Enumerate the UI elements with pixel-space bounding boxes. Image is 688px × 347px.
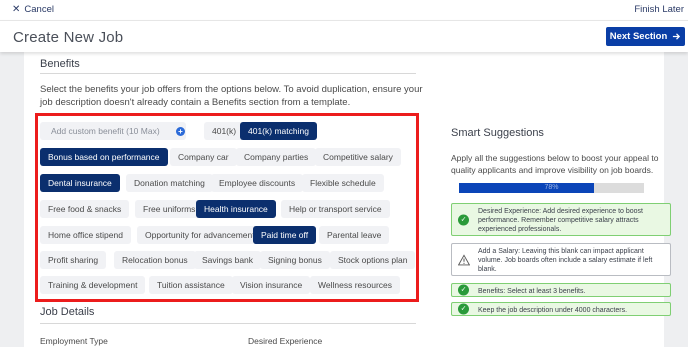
benefit-chip[interactable]: Company car — [170, 148, 237, 166]
benefit-chip[interactable]: Employee discounts — [211, 174, 304, 192]
page-title: Create New Job — [13, 29, 124, 46]
warning-icon — [458, 254, 470, 265]
smart-suggestions-heading: Smart Suggestions — [451, 127, 544, 139]
progress-label: 78% — [544, 184, 559, 191]
suggestion-text: Benefits: Select at least 3 benefits. — [478, 288, 586, 295]
cancel-link[interactable]: ✕ Cancel — [12, 4, 54, 15]
suggestion-desired-experience[interactable]: ✓ Desired Experience: Add desired experi… — [451, 203, 671, 236]
suggestion-description-length[interactable]: ✓ Keep the job description under 4000 ch… — [451, 302, 671, 316]
form-card: Benefits Select the benefits your job of… — [24, 52, 671, 347]
finish-later-link[interactable]: Finish Later — [634, 4, 684, 15]
benefit-chip[interactable]: Help or transport service — [281, 200, 390, 218]
benefit-chip[interactable]: Donation matching — [126, 174, 213, 192]
benefit-chip[interactable]: Profit sharing — [40, 251, 107, 269]
benefit-chip[interactable]: Free uniforms — [135, 200, 204, 218]
benefit-chip[interactable]: Home office stipend — [40, 226, 131, 244]
benefits-description: Select the benefits your job offers from… — [40, 84, 423, 108]
benefit-chip[interactable]: 401(k) — [204, 122, 245, 140]
benefit-chip[interactable]: Company parties — [236, 148, 317, 166]
close-icon: ✕ — [12, 3, 21, 15]
suggestion-text: Keep the job description under 4000 char… — [478, 307, 628, 314]
suggestion-text: Add a Salary: Leaving this blank can imp… — [478, 248, 653, 273]
benefit-chip[interactable]: Vision insurance — [232, 276, 311, 294]
benefit-chip[interactable]: Health insurance — [196, 200, 276, 218]
next-section-button[interactable]: Next Section — [606, 27, 685, 46]
benefit-chip[interactable]: Signing bonus — [260, 251, 330, 269]
add-custom-benefit-icon[interactable]: + — [176, 127, 185, 136]
benefits-divider — [40, 73, 416, 74]
desired-experience-label: Desired Experience — [248, 336, 323, 346]
top-bar: ✕ Cancel Finish Later — [0, 0, 688, 20]
benefit-chip[interactable]: Stock options plan — [330, 251, 416, 269]
benefit-chip[interactable]: Savings bank — [194, 251, 262, 269]
smart-suggestions-description: Apply all the suggestions below to boost… — [451, 153, 659, 175]
check-circle-icon: ✓ — [458, 284, 469, 296]
suggestion-text: Desired Experience: Add desired experien… — [478, 208, 643, 233]
benefit-chip[interactable]: Bonus based on performance — [40, 148, 168, 166]
custom-benefit-input[interactable]: Add custom benefit (10 Max) — [40, 122, 186, 140]
benefit-chip[interactable]: Free food & snacks — [40, 200, 130, 218]
suggestions-progress-bar: 78% — [459, 183, 644, 193]
suggestion-add-salary[interactable]: Add a Salary: Leaving this blank can imp… — [451, 243, 671, 276]
employment-type-label: Employment Type — [40, 336, 108, 346]
benefit-chip[interactable]: Competitive salary — [315, 148, 401, 166]
benefit-chip[interactable]: 401(k) matching — [240, 122, 317, 140]
check-circle-icon: ✓ — [458, 303, 469, 315]
cancel-label: Cancel — [24, 4, 54, 15]
job-details-divider — [40, 323, 416, 324]
suggestion-benefits[interactable]: ✓ Benefits: Select at least 3 benefits. — [451, 283, 671, 297]
benefit-chip[interactable]: Dental insurance — [40, 174, 120, 192]
benefits-heading: Benefits — [40, 58, 80, 70]
benefit-chip[interactable]: Relocation bonus — [114, 251, 196, 269]
job-details-heading: Job Details — [40, 306, 95, 318]
benefit-chip[interactable]: Training & development — [40, 276, 146, 294]
benefit-chip[interactable]: Wellness resources — [310, 276, 401, 294]
benefit-chip[interactable]: Flexible schedule — [302, 174, 384, 192]
benefit-chip[interactable]: Opportunity for advancement — [137, 226, 263, 244]
benefit-chip[interactable]: Tuition assistance — [149, 276, 233, 294]
benefit-chip[interactable]: Paid time off — [253, 226, 317, 244]
page-header: Create New Job Next Section — [0, 20, 688, 52]
arrow-right-icon — [673, 33, 681, 40]
next-section-label: Next Section — [609, 31, 668, 42]
check-circle-icon: ✓ — [458, 214, 469, 225]
benefit-chip[interactable]: Parental leave — [319, 226, 390, 244]
